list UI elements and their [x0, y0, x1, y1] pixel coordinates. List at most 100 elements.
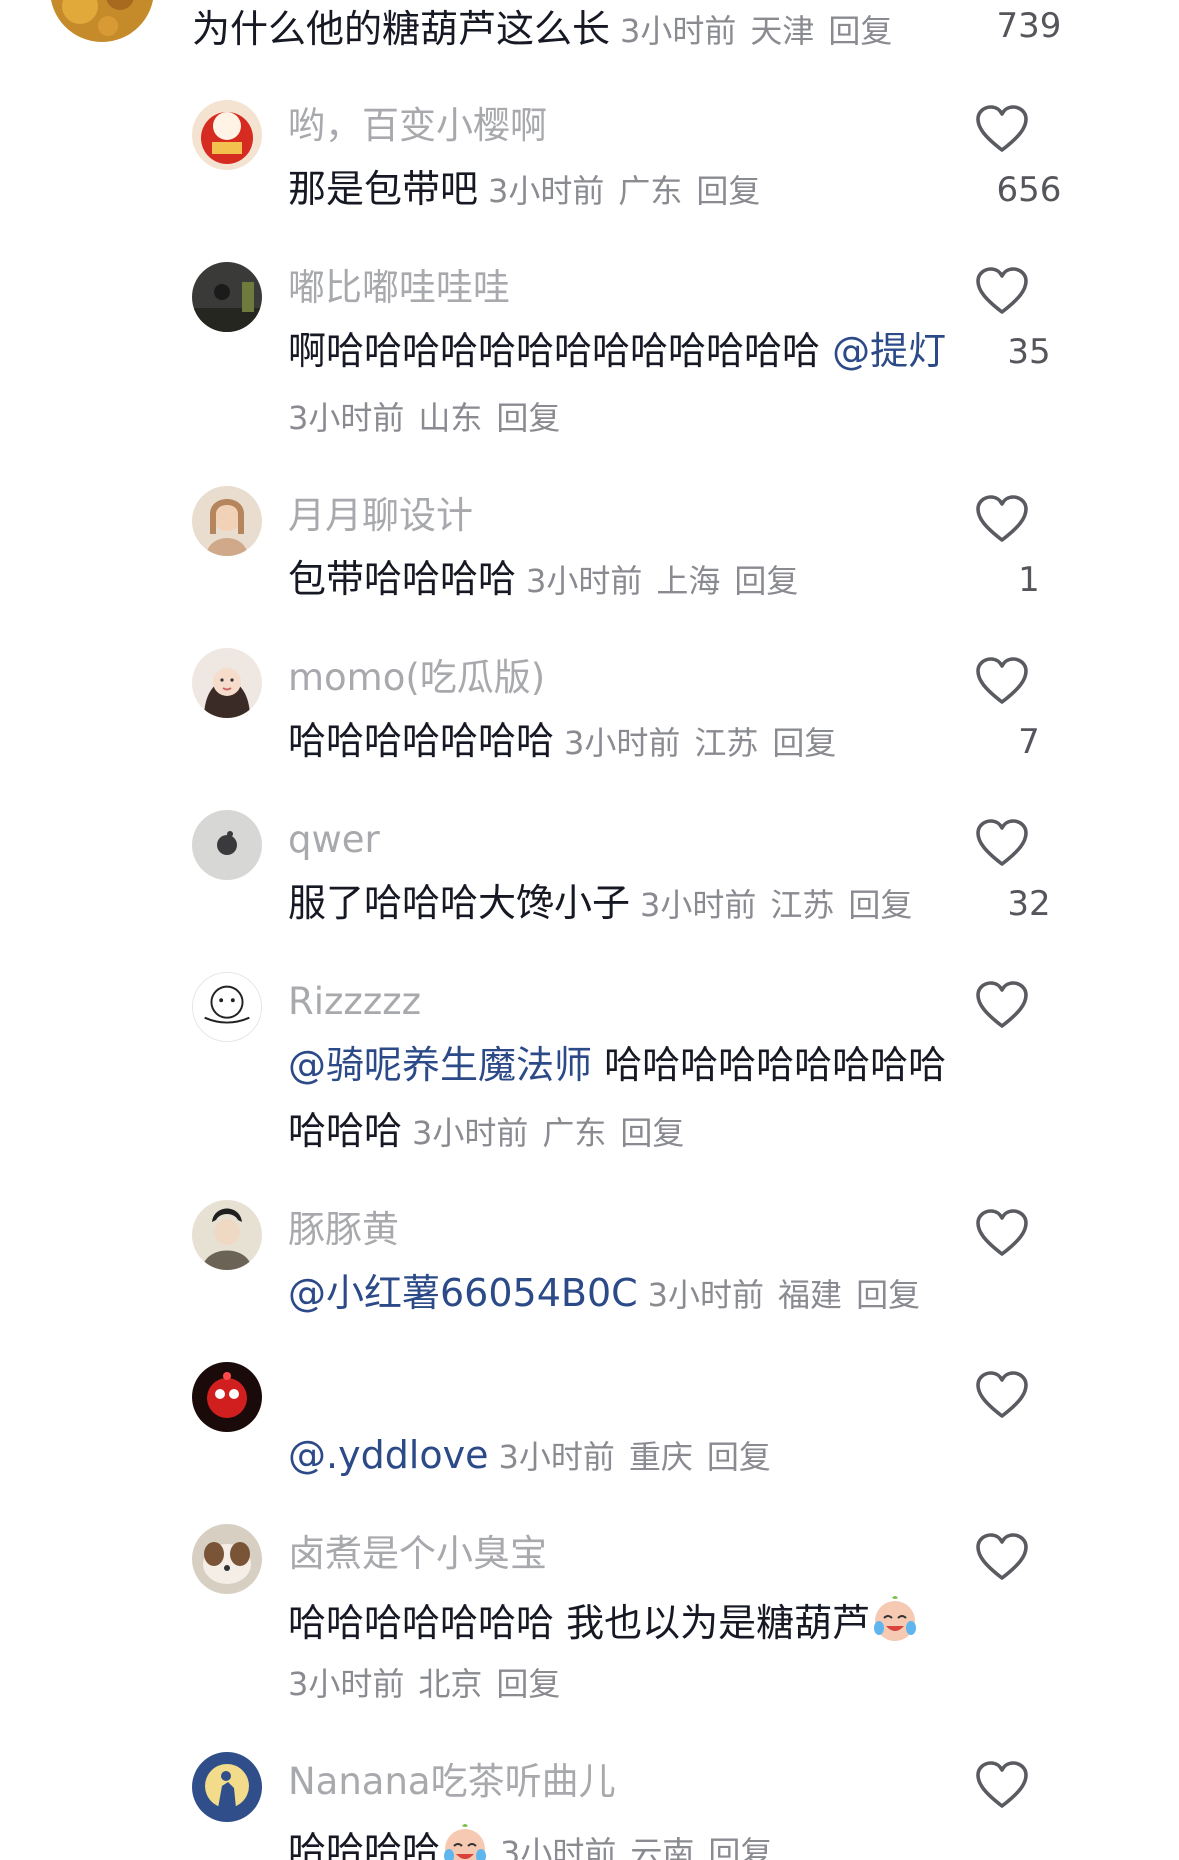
- comment-text: 哈哈哈哈: [288, 1829, 441, 1860]
- crying-laughing-emoji-icon: [440, 1822, 490, 1860]
- username[interactable]: 哟，百变小樱啊: [288, 104, 547, 148]
- timestamp: 3小时前: [488, 172, 605, 210]
- timestamp: 3小时前: [500, 1834, 617, 1860]
- like-count: 32: [1007, 884, 1051, 924]
- heart-icon[interactable]: [975, 1208, 1029, 1258]
- comment-line: 啊哈哈哈哈哈哈哈哈哈哈哈哈哈 @提灯: [288, 328, 946, 374]
- heart-icon[interactable]: [975, 1370, 1029, 1420]
- timestamp: 3小时前: [288, 1665, 405, 1703]
- heart-icon[interactable]: [975, 980, 1029, 1030]
- heart-icon[interactable]: [975, 1760, 1029, 1810]
- username[interactable]: Nanana吃茶听曲儿: [288, 1760, 616, 1804]
- comment-line: @小红薯66054B0C 3小时前 福建 回复: [288, 1270, 934, 1318]
- mention-link[interactable]: @骑呢养生魔法师: [288, 1043, 592, 1087]
- timestamp: 3小时前: [288, 399, 405, 437]
- comment-meta: 3小时前 北京 回复: [288, 1662, 574, 1706]
- avatar[interactable]: [192, 1752, 262, 1822]
- comment-meta: 3小时前 福建 回复: [648, 1276, 934, 1314]
- username[interactable]: 月月聊设计: [288, 494, 473, 538]
- timestamp: 3小时前: [564, 724, 681, 762]
- reply-button[interactable]: 回复: [828, 12, 892, 50]
- location: 上海: [656, 562, 721, 600]
- heart-icon[interactable]: [975, 656, 1029, 706]
- avatar[interactable]: [192, 100, 262, 170]
- location: 北京: [418, 1665, 483, 1703]
- comment-meta: 3小时前 云南 回复: [500, 1834, 786, 1860]
- avatar[interactable]: [192, 1200, 262, 1270]
- timestamp: 3小时前: [640, 886, 757, 924]
- avatar[interactable]: [192, 648, 262, 718]
- comment-meta: 3小时前 广东 回复: [412, 1114, 698, 1152]
- heart-icon[interactable]: [975, 104, 1029, 154]
- comment-line: 那是包带吧 3小时前 广东 回复: [288, 166, 774, 214]
- comment-line: @骑呢养生魔法师 哈哈哈哈哈哈哈哈哈: [288, 1042, 946, 1088]
- comment-meta: 3小时前 上海 回复: [526, 562, 812, 600]
- location: 广东: [618, 172, 683, 210]
- username[interactable]: qwer: [288, 818, 380, 862]
- comment-meta: 3小时前 山东 回复: [288, 396, 574, 440]
- reply-button[interactable]: 回复: [734, 562, 798, 600]
- reply-button[interactable]: 回复: [496, 399, 560, 437]
- reply-button[interactable]: 回复: [856, 1276, 920, 1314]
- username[interactable]: 卤煮是个小臭宝: [288, 1532, 547, 1576]
- comment-line: 哈哈哈哈哈哈哈 3小时前 江苏 回复: [288, 718, 850, 766]
- like-count: 1: [1018, 560, 1040, 600]
- mention-link[interactable]: @提灯: [832, 329, 946, 373]
- comment-meta: 3小时前 广东 回复: [488, 172, 774, 210]
- comment-text: 哈哈哈哈哈哈哈哈哈: [592, 1043, 947, 1087]
- heart-icon[interactable]: [975, 818, 1029, 868]
- avatar[interactable]: [192, 1524, 262, 1594]
- reply-button[interactable]: 回复: [696, 172, 760, 210]
- location: 山东: [418, 399, 483, 437]
- like-count: 35: [1007, 332, 1051, 372]
- comment-meta: 3小时前 江苏 回复: [564, 724, 850, 762]
- comment-text: 服了哈哈哈大馋小子: [288, 881, 631, 925]
- reply-button[interactable]: 回复: [707, 1438, 771, 1476]
- reply-button[interactable]: 回复: [772, 724, 836, 762]
- comment-meta: 3小时前 江苏 回复: [640, 886, 926, 924]
- like-count: 7: [1018, 722, 1040, 762]
- avatar[interactable]: [192, 810, 262, 880]
- comment-line: @.yddlove 3小时前 重庆 回复: [288, 1432, 785, 1480]
- avatar[interactable]: [50, 0, 154, 42]
- comment-line: 为什么他的糖葫芦这么长 3小时前 天津 回复: [192, 6, 906, 54]
- heart-icon[interactable]: [975, 1532, 1029, 1582]
- location: 云南: [630, 1834, 695, 1860]
- comment-line: 哈哈哈哈哈哈哈 我也以为是糖葫芦: [288, 1594, 920, 1646]
- username[interactable]: 嘟比嘟哇哇哇: [288, 266, 510, 310]
- timestamp: 3小时前: [498, 1438, 615, 1476]
- comment-list[interactable]: 为什么他的糖葫芦这么长 3小时前 天津 回复 739 哟，百变小樱啊 那是包带吧 3小时…: [0, 0, 1179, 1860]
- comment-text: 啊哈哈哈哈哈哈哈哈哈哈哈哈哈: [288, 329, 833, 373]
- username[interactable]: momo(吃瓜版): [288, 656, 545, 700]
- avatar[interactable]: [192, 486, 262, 556]
- timestamp: 3小时前: [647, 1276, 765, 1314]
- comment-line: 服了哈哈哈大馋小子 3小时前 江苏 回复: [288, 880, 926, 928]
- avatar[interactable]: [192, 262, 262, 332]
- comment-text: 哈哈哈哈哈哈哈 我也以为是糖葫芦: [288, 1601, 871, 1645]
- like-count: 656: [996, 170, 1062, 210]
- username[interactable]: 豚豚黄: [288, 1208, 399, 1252]
- username[interactable]: Rizzzzz: [288, 980, 421, 1024]
- reply-button[interactable]: 回复: [848, 886, 912, 924]
- crying-laughing-emoji-icon: [870, 1594, 920, 1644]
- comment-text: 那是包带吧: [288, 167, 479, 211]
- comment-line-continued: 哈哈哈 3小时前 广东 回复: [288, 1108, 698, 1156]
- avatar[interactable]: [192, 1362, 262, 1432]
- heart-icon[interactable]: [975, 266, 1029, 316]
- location: 重庆: [628, 1438, 693, 1476]
- comment-meta: 3小时前 天津 回复: [620, 12, 906, 50]
- reply-button[interactable]: 回复: [620, 1114, 684, 1152]
- mention-link[interactable]: @小红薯66054B0C: [288, 1271, 638, 1315]
- avatar[interactable]: [192, 972, 262, 1042]
- mention-link[interactable]: @.yddlove: [288, 1433, 488, 1477]
- location: 广东: [542, 1114, 607, 1152]
- reply-button[interactable]: 回复: [496, 1665, 560, 1703]
- comment-text: 哈哈哈: [288, 1109, 403, 1153]
- comment-line: 哈哈哈哈 3小时前 云南 回复: [288, 1822, 786, 1860]
- reply-button[interactable]: 回复: [708, 1834, 772, 1860]
- location: 江苏: [694, 724, 759, 762]
- location: 天津: [750, 12, 815, 50]
- timestamp: 3小时前: [526, 562, 643, 600]
- heart-icon[interactable]: [975, 494, 1029, 544]
- comment-text: 包带哈哈哈哈: [288, 557, 517, 601]
